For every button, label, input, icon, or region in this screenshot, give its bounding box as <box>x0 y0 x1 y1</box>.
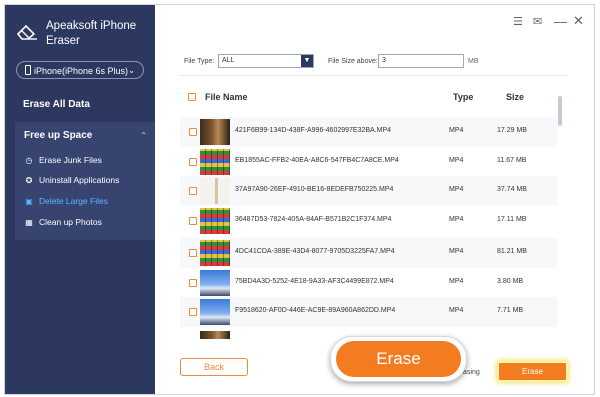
column-header-file-name[interactable]: File Name <box>205 92 248 102</box>
sidebar-item-erase-junk-files[interactable]: ◷ Erase Junk Files <box>23 153 102 167</box>
file-type-label: File Type: <box>184 58 215 65</box>
divider <box>180 75 567 76</box>
video-thumbnail <box>200 208 230 234</box>
file-size: 81.21 MB <box>497 248 527 255</box>
sidebar-item-label: Erase Junk Files <box>39 155 102 165</box>
sidebar-item-delete-large-files[interactable]: ▣ Delete Large Files <box>23 194 108 208</box>
row-checkbox[interactable] <box>189 308 197 316</box>
eraser-logo-icon <box>16 24 37 40</box>
apps-icon: ✪ <box>25 176 33 185</box>
file-name: 36487D53-7824-405A-84AF-B571B2C1F374.MP4 <box>235 216 392 223</box>
file-type: MP4 <box>449 248 464 255</box>
sidebar-item-label: Clean up Photos <box>39 217 102 227</box>
file-name: 421F6B99-134D-438F-A996-4602997E32BA.MP4 <box>235 127 392 134</box>
photo-icon: ▦ <box>25 218 33 227</box>
file-type: MP4 <box>449 186 464 193</box>
file-type-value: ALL <box>222 57 235 64</box>
video-thumbnail <box>200 119 230 145</box>
file-type: MP4 <box>449 216 464 223</box>
feedback-icon[interactable]: ✉ <box>533 15 542 28</box>
back-button[interactable]: Back <box>180 358 248 376</box>
row-checkbox[interactable] <box>189 279 197 287</box>
video-thumbnail <box>200 240 230 266</box>
file-name: F9518620-AF0D-446E-AC9E-89A960A862DD.MP4 <box>235 307 396 314</box>
table-row[interactable]: 75BD4A3D-5252-4E18-9A33-AF3C4499E872.MP4… <box>180 268 557 298</box>
table-row[interactable]: F9518620-AF0D-446E-AC9E-89A960A862DD.MP4… <box>180 297 557 327</box>
file-type-select[interactable]: ALL ▼ <box>218 54 314 68</box>
chevron-up-icon[interactable]: ⌃ <box>140 131 147 140</box>
file-name: 4DC41CDA-389E-43D4-8077-9705D3225FA7.MP4 <box>235 248 395 255</box>
dropdown-arrow-icon[interactable]: ▼ <box>301 55 313 67</box>
file-size: 17.29 MB <box>497 127 527 134</box>
minimize-icon[interactable]: — <box>554 14 567 29</box>
scrollbar-thumb[interactable] <box>558 96 562 126</box>
chevron-down-icon: ⌄ <box>128 66 135 75</box>
select-all-checkbox[interactable] <box>188 93 196 101</box>
nav-group-free-up-space: Free up Space ⌃ ◷ Erase Junk Files ✪ Unins… <box>15 122 155 240</box>
erase-callout: Erase <box>330 336 467 382</box>
nav-erase-all-data[interactable]: Erase All Data <box>23 99 90 110</box>
file-size: 11.67 MB <box>497 157 527 164</box>
sidebar-item-label: Delete Large Files <box>39 196 108 206</box>
video-thumbnail <box>200 331 230 339</box>
file-name: EB1855AC-FFB2-40EA-A8C6-547FB4C7A8CE.MP4 <box>235 157 399 164</box>
table-row[interactable]: 4DC41CDA-389E-43D4-8077-9705D3225FA7.MP4… <box>180 238 557 268</box>
sidebar-item-clean-up-photos[interactable]: ▦ Clean up Photos <box>23 215 102 229</box>
table-row[interactable]: EB1855AC-FFB2-40EA-A8C6-547FB4C7A8CE.MP4… <box>180 147 557 177</box>
table-row[interactable]: 37A97A90-26EF-4910-BE16-8EDEFB750225.MP4… <box>180 176 557 206</box>
table-row[interactable]: 36487D53-7824-405A-84AF-B571B2C1F374.MP4… <box>180 206 557 236</box>
file-size: 7.71 MB <box>497 307 524 314</box>
file-size: 37.74 MB <box>497 186 527 193</box>
column-header-size[interactable]: Size <box>506 92 524 102</box>
file-type: MP4 <box>449 278 464 285</box>
file-size: 17.11 MB <box>497 216 527 223</box>
video-thumbnail <box>200 149 230 175</box>
file-type: MP4 <box>449 307 464 314</box>
app-title: Apeaksoft iPhone Eraser <box>46 20 137 47</box>
file-name: 75BD4A3D-5252-4E18-9A33-AF3C4499E872.MP4 <box>235 278 394 285</box>
column-header-type[interactable]: Type <box>453 92 473 102</box>
row-checkbox[interactable] <box>189 187 197 195</box>
file-type: MP4 <box>449 127 464 134</box>
menu-icon[interactable]: ☰ <box>513 15 523 28</box>
row-checkbox[interactable] <box>189 217 197 225</box>
video-thumbnail <box>200 270 230 296</box>
video-thumbnail <box>200 299 230 325</box>
nav-group-title[interactable]: Free up Space <box>24 130 92 141</box>
device-label: iPhone(iPhone 6s Plus) <box>34 66 129 76</box>
close-icon[interactable]: ✕ <box>573 13 584 29</box>
file-size-input[interactable]: 3 <box>378 54 464 68</box>
sidebar-item-label: Uninstall Applications <box>39 175 120 185</box>
file-size: 3.80 MB <box>497 278 524 285</box>
file-type: MP4 <box>449 157 464 164</box>
erase-callout-label: Erase <box>336 341 461 377</box>
file-icon: ▣ <box>25 197 33 206</box>
device-dropdown[interactable]: iPhone(iPhone 6s Plus) ⌄ <box>16 61 144 79</box>
table-row[interactable]: 421F6B99-134D-438F-A996-4602997E32BA.MP4… <box>180 117 557 147</box>
file-name: 37A97A90-26EF-4910-BE16-8EDEFB750225.MP4 <box>235 186 394 193</box>
file-size-label: File Size above: <box>328 58 378 65</box>
erase-button[interactable]: Erase <box>499 363 566 380</box>
video-thumbnail <box>200 178 230 204</box>
file-size-unit: MB <box>468 58 479 65</box>
phone-icon <box>25 65 31 75</box>
sidebar: Apeaksoft iPhone Eraser iPhone(iPhone 6s… <box>5 5 155 394</box>
row-checkbox[interactable] <box>189 158 197 166</box>
sidebar-item-uninstall-applications[interactable]: ✪ Uninstall Applications <box>23 173 120 187</box>
clock-icon: ◷ <box>25 156 33 165</box>
row-checkbox[interactable] <box>189 249 197 257</box>
row-checkbox[interactable] <box>189 128 197 136</box>
